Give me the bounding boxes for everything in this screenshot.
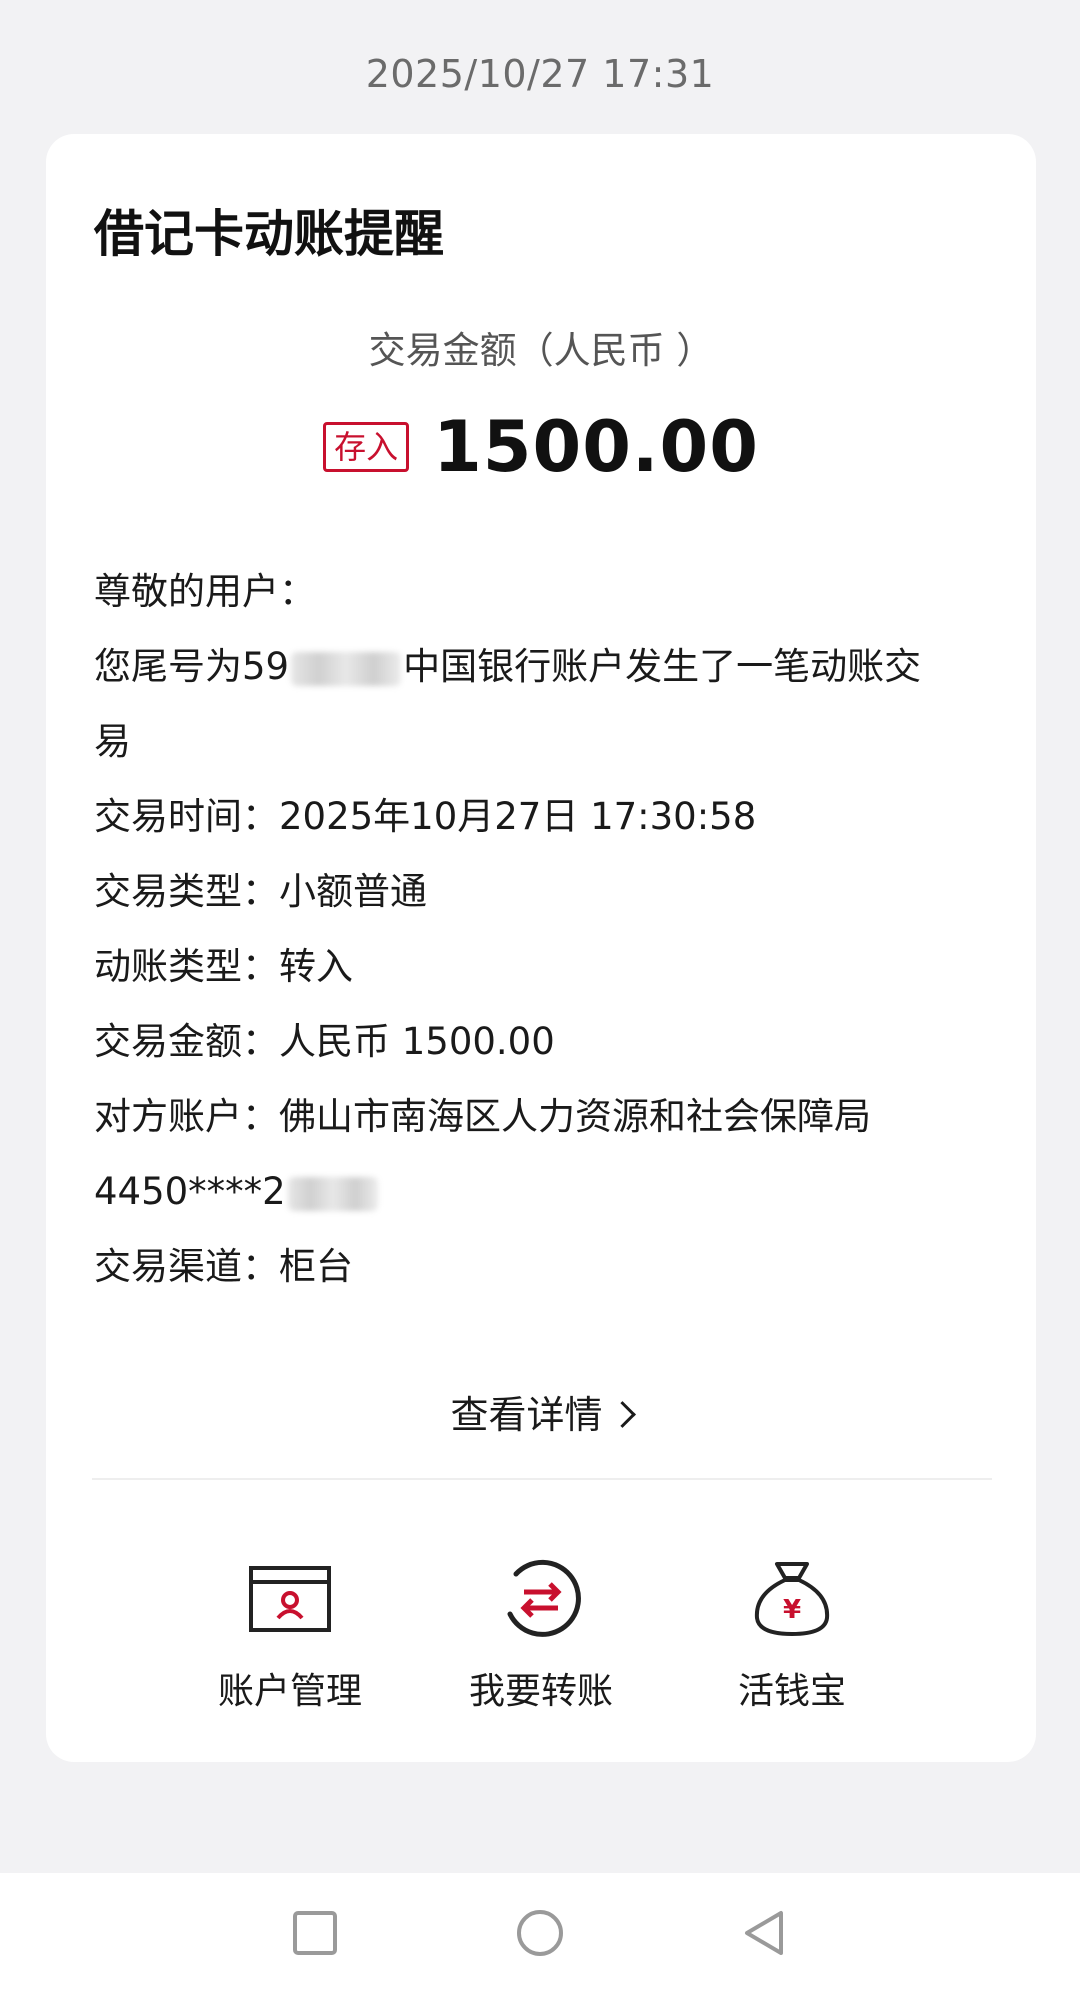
detail-label: 交易渠道： (94, 1245, 279, 1288)
detail-label: 交易类型： (94, 870, 279, 913)
transfer-icon (507, 1559, 581, 1637)
detail-row-counterparty: 对方账户：佛山市南海区人力资源和社会保障局 (94, 1079, 994, 1154)
message-body: 尊敬的用户： 您尾号为59 中国银行账户发生了一笔动账交 易 交易时间：2025年… (94, 554, 994, 1304)
detail-row-channel: 交易渠道：柜台 (94, 1229, 994, 1304)
detail-value: 人民币 1500.00 (279, 1020, 555, 1063)
divider (92, 1478, 992, 1480)
account-number-prefix: 4450****2 (94, 1170, 286, 1213)
message-timestamp: 2025/10/27 17:31 (365, 52, 715, 96)
action-label: 账户管理 (217, 1671, 362, 1712)
message-suffix: 中国银行账户发生了一笔动账交 (403, 645, 922, 688)
account-management-button[interactable]: 账户管理 (170, 1554, 410, 1714)
amount-value: 1500.00 (433, 406, 759, 488)
greeting: 尊敬的用户： (94, 570, 316, 613)
back-icon[interactable] (735, 1903, 795, 1963)
detail-value: 柜台 (279, 1245, 353, 1288)
detail-value: 转入 (279, 945, 353, 988)
detail-row-type: 交易类型：小额普通 (94, 854, 994, 929)
message-prefix: 您尾号为59 (94, 645, 290, 688)
deposit-badge: 存入 (323, 422, 410, 472)
amount-label: 交易金额（人民币 ） (368, 329, 714, 372)
view-details-link[interactable]: 查看详情 (46, 1384, 1036, 1439)
redacted-account-digits (291, 651, 402, 686)
detail-row-amount: 交易金额：人民币 1500.00 (94, 1004, 994, 1079)
counterparty-account-number: 4450****2 (94, 1154, 994, 1229)
detail-label: 交易时间： (94, 795, 279, 838)
svg-text:¥: ¥ (783, 1595, 801, 1625)
money-bag-icon: ¥ (754, 1562, 830, 1636)
detail-value: 2025年10月27日 17:30:58 (279, 795, 757, 838)
detail-row-movement-type: 动账类型：转入 (94, 929, 994, 1004)
account-card-icon (249, 1566, 331, 1632)
transfer-button[interactable]: 我要转账 (421, 1554, 661, 1714)
detail-value: 佛山市南海区人力资源和社会保障局 (279, 1095, 871, 1138)
huoqianbao-button[interactable]: ¥ 活钱宝 (672, 1554, 912, 1714)
card-title: 借记卡动账提醒 (94, 205, 444, 263)
recent-apps-icon[interactable] (285, 1903, 345, 1963)
view-details-label: 查看详情 (450, 1393, 603, 1437)
action-label: 我要转账 (468, 1671, 613, 1712)
redacted-account-number (287, 1176, 378, 1211)
notification-card: 借记卡动账提醒 交易金额（人民币 ） 存入 1500.00 尊敬的用户： 您尾号… (46, 134, 1036, 1762)
detail-value: 小额普通 (279, 870, 427, 913)
detail-label: 动账类型： (94, 945, 279, 988)
system-navigation-bar (0, 1873, 1080, 1991)
home-icon[interactable] (510, 1903, 570, 1963)
detail-row-time: 交易时间：2025年10月27日 17:30:58 (94, 779, 994, 854)
amount-row: 存入 1500.00 (46, 406, 1036, 488)
action-label: 活钱宝 (737, 1671, 846, 1712)
message-line-1: 您尾号为59 中国银行账户发生了一笔动账交 (94, 629, 994, 704)
detail-label: 交易金额： (94, 1020, 279, 1063)
message-line-2: 易 (94, 720, 131, 763)
chevron-right-icon (608, 1401, 636, 1428)
detail-label: 对方账户： (94, 1095, 279, 1138)
